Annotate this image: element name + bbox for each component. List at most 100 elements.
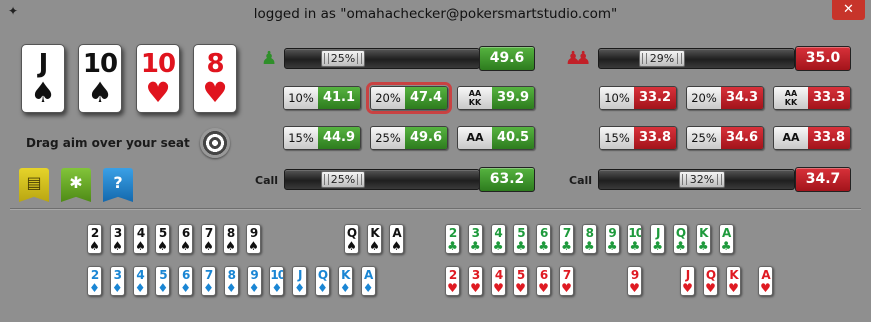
mini-card-rank: 7 <box>204 268 213 282</box>
clubs-card-4[interactable]: 4 ♣ <box>490 224 506 254</box>
hearts-card-5[interactable]: 5 ♥ <box>513 266 528 296</box>
mini-card-rank: 9 <box>630 268 639 282</box>
clubs-card-Q[interactable]: Q ♣ <box>673 224 688 254</box>
mini-card-rank: 6 <box>182 268 190 282</box>
spades-card-K[interactable]: K ♠ <box>367 224 382 254</box>
hearts-card-9[interactable]: 9 ♥ <box>627 266 642 296</box>
diamonds-card-A[interactable]: A ♦ <box>360 266 376 296</box>
spades-card-6[interactable]: 6 ♠ <box>178 224 193 254</box>
p1-call-thumb[interactable]: 25% <box>321 171 365 188</box>
player2-stat-label: 25% <box>687 127 721 149</box>
p2-call-thumb[interactable]: 32% <box>679 171 725 188</box>
diamonds-card-K[interactable]: K ♦ <box>337 266 353 296</box>
clubs-card-K[interactable]: K ♣ <box>695 224 711 254</box>
clubs-card-10[interactable]: 10 ♣ <box>627 224 643 254</box>
hearts-card-3[interactable]: 3 ♥ <box>468 266 483 296</box>
spades-card-A[interactable]: A ♠ <box>389 224 404 254</box>
mini-card-rank: Q <box>675 226 686 240</box>
diamonds-card-7[interactable]: 7 ♦ <box>201 266 216 296</box>
p2-range-thumb[interactable]: 29% <box>639 50 685 67</box>
player2-stat-box[interactable]: AA KK 33.3 <box>773 86 851 110</box>
diamonds-card-4[interactable]: 4 ♦ <box>132 266 148 296</box>
p2-call-slider[interactable]: 32% <box>598 169 795 190</box>
mini-card-suit: ♠ <box>346 239 357 253</box>
player1-stat-box[interactable]: 20% 47.4 <box>366 82 452 114</box>
diamonds-card-Q[interactable]: Q ♦ <box>315 266 330 296</box>
mini-card-rank: 9 <box>249 226 258 240</box>
clubs-card-2[interactable]: 2 ♣ <box>445 224 460 254</box>
player2-stat-box[interactable]: 20% 34.3 <box>686 86 764 110</box>
mini-card-rank: 5 <box>517 226 525 240</box>
player2-stat-label: AA KK <box>774 87 808 109</box>
clubs-card-9[interactable]: 9 ♣ <box>604 224 620 254</box>
close-button[interactable]: ✕ <box>832 0 865 20</box>
hearts-card-7[interactable]: 7 ♥ <box>559 266 574 296</box>
diamonds-card-2[interactable]: 2 ♦ <box>87 266 102 296</box>
settings-tool-button[interactable]: ✱ <box>61 168 91 202</box>
diamonds-card-10[interactable]: 10 ♦ <box>269 266 285 296</box>
mini-card-suit: ♣ <box>583 239 595 253</box>
hand-card[interactable]: 8 ♥ <box>193 44 237 113</box>
player1-stat-box[interactable]: AA 40.5 <box>457 126 535 150</box>
clubs-card-7[interactable]: 7 ♣ <box>559 224 574 254</box>
hearts-card-4[interactable]: 4 ♥ <box>491 266 506 296</box>
spades-card-5[interactable]: 5 ♠ <box>155 224 170 254</box>
player1-stat-box[interactable]: 15% 44.9 <box>283 126 361 150</box>
aim-target-icon[interactable] <box>200 128 230 158</box>
p1-equity-value: 49.6 <box>479 46 535 71</box>
diamonds-card-J[interactable]: J ♦ <box>292 266 308 296</box>
mini-card-suit: ♣ <box>697 239 709 253</box>
spades-card-2[interactable]: 2 ♠ <box>87 224 102 254</box>
player2-stat-box[interactable]: 10% 33.2 <box>599 86 677 110</box>
spades-card-8[interactable]: 8 ♠ <box>223 224 238 254</box>
mini-card-suit: ♠ <box>225 239 236 253</box>
spades-card-3[interactable]: 3 ♠ <box>110 224 125 254</box>
hearts-card-Q[interactable]: Q ♥ <box>703 266 718 296</box>
hearts-card-J[interactable]: J ♥ <box>680 266 695 296</box>
diamonds-card-5[interactable]: 5 ♦ <box>155 266 171 296</box>
diamonds-card-6[interactable]: 6 ♦ <box>178 266 194 296</box>
spades-card-7[interactable]: 7 ♠ <box>201 224 216 254</box>
clubs-card-8[interactable]: 8 ♣ <box>581 224 597 254</box>
player2-stat-box[interactable]: 25% 34.6 <box>686 126 764 150</box>
clubs-card-5[interactable]: 5 ♣ <box>513 224 529 254</box>
p1-call-slider[interactable]: 25% <box>284 169 480 190</box>
section-divider <box>10 208 861 210</box>
cards-tool-button[interactable]: ▤ <box>19 168 49 202</box>
mini-card-suit: ♠ <box>89 239 100 253</box>
hearts-card-K[interactable]: K ♥ <box>726 266 741 296</box>
hand-card[interactable]: J ♠ <box>21 44 65 113</box>
mini-card-rank: A <box>363 268 373 282</box>
diamonds-card-3[interactable]: 3 ♦ <box>109 266 125 296</box>
mini-card-suit: ♥ <box>493 281 504 295</box>
player1-stat-box[interactable]: 25% 49.6 <box>370 126 448 150</box>
diamonds-card-8[interactable]: 8 ♦ <box>223 266 239 296</box>
hand-card[interactable]: 10 ♠ <box>78 44 122 113</box>
player2-stat-value: 33.2 <box>634 87 676 109</box>
mini-card-suit: ♦ <box>339 281 351 295</box>
p1-range-slider[interactable]: 25% <box>284 48 480 69</box>
player1-stat-box[interactable]: AA KK 39.9 <box>457 86 535 110</box>
diamonds-card-9[interactable]: 9 ♦ <box>246 266 262 296</box>
clubs-card-A[interactable]: A ♣ <box>718 224 734 254</box>
hearts-card-A[interactable]: A ♥ <box>758 266 773 296</box>
mini-card-rank: 7 <box>562 226 571 240</box>
clubs-card-3[interactable]: 3 ♣ <box>467 224 483 254</box>
p1-range-thumb[interactable]: 25% <box>321 50 365 67</box>
p2-equity-value: 35.0 <box>795 46 851 71</box>
mini-card-suit: ♦ <box>271 281 283 295</box>
spades-card-9[interactable]: 9 ♠ <box>246 224 261 254</box>
clubs-card-J[interactable]: J ♣ <box>650 224 666 254</box>
hand-card[interactable]: 10 ♥ <box>136 44 180 113</box>
hearts-card-6[interactable]: 6 ♥ <box>536 266 551 296</box>
player1-stat-box[interactable]: 10% 41.1 <box>283 86 361 110</box>
clubs-card-6[interactable]: 6 ♣ <box>536 224 552 254</box>
player2-stat-box[interactable]: AA 33.8 <box>773 126 851 150</box>
player2-stat-box[interactable]: 15% 33.8 <box>599 126 677 150</box>
mini-card-rank: K <box>729 268 738 282</box>
spades-card-4[interactable]: 4 ♠ <box>133 224 148 254</box>
spades-card-Q[interactable]: Q ♠ <box>344 224 359 254</box>
p2-range-slider[interactable]: 29% <box>598 48 795 69</box>
help-tool-button[interactable]: ? <box>103 168 133 202</box>
hearts-card-2[interactable]: 2 ♥ <box>445 266 460 296</box>
